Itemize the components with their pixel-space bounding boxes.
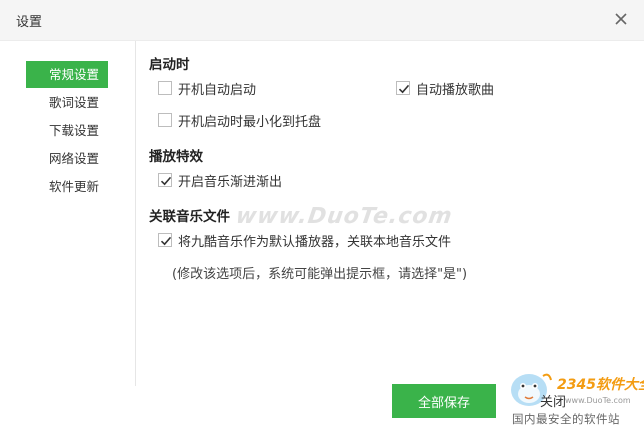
sidebar-item-download[interactable]: 下载设置 — [26, 117, 108, 144]
settings-sidebar: 常规设置 歌词设置 下载设置 网络设置 软件更新 — [0, 41, 136, 386]
fade-label: 开启音乐渐进渐出 — [178, 174, 283, 190]
section-title-startup: 启动时 — [149, 57, 190, 73]
checkbox-box[interactable] — [158, 113, 172, 127]
checkmark-icon — [160, 176, 172, 186]
auto-play-checkbox[interactable]: 自动播放歌曲 — [396, 79, 495, 98]
checkmark-icon — [398, 84, 410, 94]
checkbox-box[interactable] — [158, 233, 172, 247]
sidebar-item-general[interactable]: 常规设置 — [26, 61, 108, 88]
sidebar-item-lyrics[interactable]: 歌词设置 — [26, 89, 108, 116]
fade-checkbox[interactable]: 开启音乐渐进渐出 — [158, 171, 283, 190]
default-player-label: 将九酷音乐作为默认播放器，关联本地音乐文件 — [178, 234, 452, 250]
checkbox-box[interactable] — [158, 173, 172, 187]
auto-play-label: 自动播放歌曲 — [416, 82, 495, 98]
logo-slogan-text: 国内最安全的软件站 — [512, 412, 620, 426]
auto-start-checkbox[interactable]: 开机自动启动 — [158, 79, 257, 98]
checkbox-box[interactable] — [396, 81, 410, 95]
title-bar: 设置 — [0, 0, 644, 41]
watermark-text: www.DuoTe.com — [234, 204, 455, 229]
auto-start-label: 开机自动启动 — [178, 82, 257, 98]
sidebar-item-network[interactable]: 网络设置 — [26, 145, 108, 172]
sidebar-item-update[interactable]: 软件更新 — [26, 173, 108, 200]
minimize-tray-checkbox[interactable]: 开机启动时最小化到托盘 — [158, 111, 322, 130]
close-button[interactable]: 关闭 — [540, 391, 566, 410]
default-player-checkbox[interactable]: 将九酷音乐作为默认播放器，关联本地音乐文件 — [158, 231, 452, 250]
close-icon[interactable] — [612, 10, 630, 28]
logo-url-text: www.DuoTe.com — [565, 396, 631, 405]
section-title-playback: 播放特效 — [149, 149, 203, 165]
site-logo: 2345软件大全 www.DuoTe.com 国内最安全的软件站 — [503, 366, 644, 446]
checkbox-box[interactable] — [158, 81, 172, 95]
logo-brand-text: 2345软件大全 — [557, 377, 644, 393]
save-all-button[interactable]: 全部保存 — [392, 384, 496, 418]
checkmark-icon — [160, 236, 172, 246]
file-assoc-note: (修改该选项后，系统可能弹出提示框，请选择"是") — [172, 267, 468, 282]
window-title: 设置 — [16, 15, 43, 30]
section-title-file-assoc: 关联音乐文件 — [149, 209, 230, 225]
minimize-tray-label: 开机启动时最小化到托盘 — [178, 114, 322, 130]
